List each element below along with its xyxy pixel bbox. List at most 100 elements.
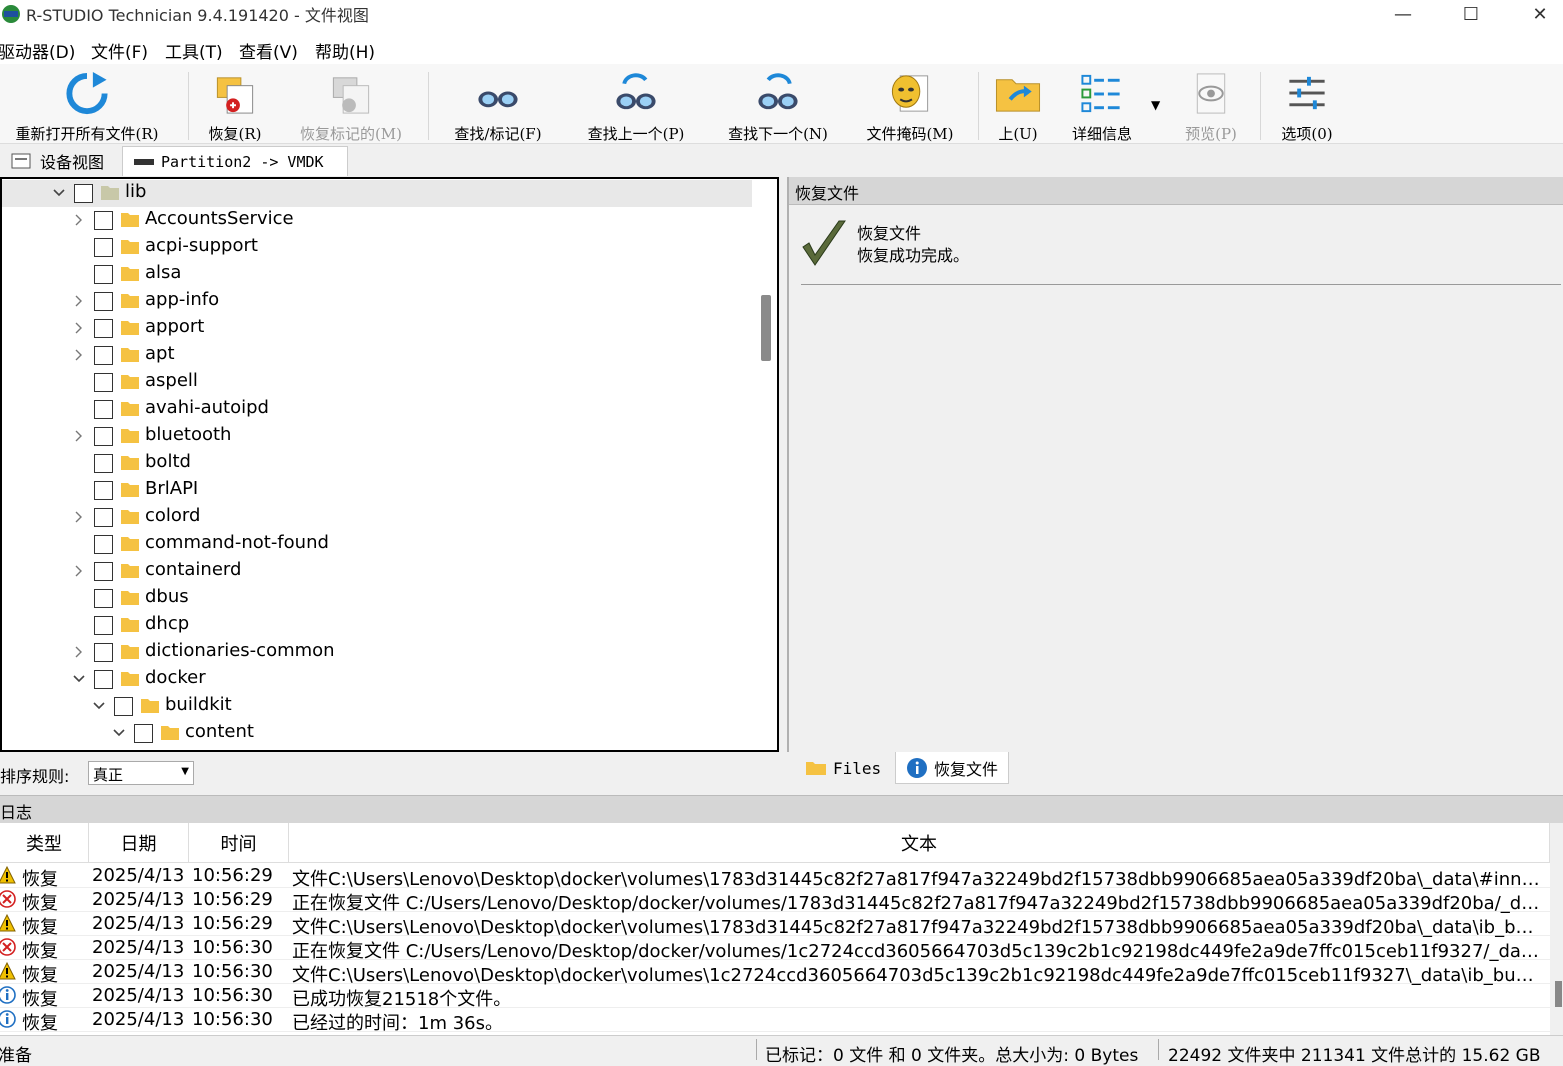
tree-item[interactable]: apport — [2, 315, 752, 342]
options-button[interactable]: 选项(0) — [1272, 70, 1342, 144]
preview-button[interactable]: 预览(P) — [1176, 70, 1246, 144]
log-row[interactable]: 恢复 2025/4/13 10:56:29 文件C:\Users\Lenovo\Des… — [0, 864, 1550, 890]
status-bar: 准备 已标记：0 文件 和 0 文件夹。总大小为: 0 Bytes 22492 … — [0, 1035, 1563, 1066]
chevron-right-icon[interactable] — [72, 348, 86, 362]
tree-item-checkbox[interactable] — [94, 211, 113, 230]
tree-item-checkbox[interactable] — [94, 346, 113, 365]
tree-item[interactable]: containerd — [2, 558, 752, 585]
chevron-right-icon[interactable] — [72, 294, 86, 308]
tree-item[interactable]: colord — [2, 504, 752, 531]
column-time[interactable]: 时间 — [189, 823, 289, 863]
log-row[interactable]: 恢复 2025/4/13 10:56:30 正在恢复文件 C:/Users/Lenov… — [0, 936, 1550, 962]
tree-item[interactable]: dbus — [2, 585, 752, 612]
chevron-right-icon[interactable] — [72, 429, 86, 443]
tree-item[interactable]: aspell — [2, 369, 752, 396]
recover-button[interactable]: 恢复(R) — [200, 70, 270, 144]
log-row[interactable]: 恢复 2025/4/13 10:56:29 文件C:\Users\Lenovo\Des… — [0, 912, 1550, 938]
column-text[interactable]: 文本 — [289, 823, 1550, 863]
tab-files[interactable]: Files — [795, 752, 891, 784]
tree-item[interactable]: bluetooth — [2, 423, 752, 450]
log-row[interactable]: 恢复 2025/4/13 10:56:29 正在恢复文件 C:/Users/Lenov… — [0, 888, 1550, 914]
tree-item[interactable]: BrlAPI — [2, 477, 752, 504]
column-date[interactable]: 日期 — [89, 823, 189, 863]
tree-item-checkbox[interactable] — [94, 481, 113, 500]
column-type[interactable]: 类型 — [0, 823, 89, 863]
tree-item-checkbox[interactable] — [94, 508, 113, 527]
recover-marked-button[interactable]: 恢复标记的(M) — [290, 70, 412, 144]
tree-item-checkbox[interactable] — [94, 562, 113, 581]
reopen-all-button[interactable]: 重新打开所有文件(R) — [2, 70, 172, 144]
tree-item[interactable]: dictionaries-common — [2, 639, 752, 666]
right-panel-tabs: Files 恢复文件 — [789, 752, 1563, 784]
tree-item-checkbox[interactable] — [94, 265, 113, 284]
folder-up-icon — [995, 79, 1041, 112]
file-mask-button[interactable]: 文件掩码(M) — [858, 70, 962, 144]
tree-item-checkbox[interactable] — [94, 670, 113, 689]
tree-item-checkbox[interactable] — [94, 373, 113, 392]
tree-item-checkbox[interactable] — [94, 589, 113, 608]
info-icon — [0, 986, 16, 1004]
details-dropdown-icon[interactable]: ▼ — [1151, 98, 1160, 112]
tree-item[interactable]: acpi-support — [2, 234, 752, 261]
sort-select[interactable]: 真正 ▼ — [88, 761, 194, 785]
tree-item-checkbox[interactable] — [114, 697, 133, 716]
tree-item-checkbox[interactable] — [94, 400, 113, 419]
tree-item[interactable]: avahi-autoipd — [2, 396, 752, 423]
tree-item[interactable]: lib — [2, 180, 752, 207]
chevron-down-icon[interactable] — [52, 186, 66, 200]
tree-item-checkbox[interactable] — [94, 292, 113, 311]
tab-recover-files[interactable]: 恢复文件 — [895, 752, 1010, 784]
tree-item[interactable]: boltd — [2, 450, 752, 477]
menu-view[interactable]: 查看(V) — [239, 38, 298, 63]
tree-item-checkbox[interactable] — [74, 184, 93, 203]
tree-item[interactable]: AccountsService — [2, 207, 752, 234]
chevron-down-icon[interactable] — [92, 699, 106, 713]
chevron-right-icon[interactable] — [72, 321, 86, 335]
tree-item[interactable]: apt — [2, 342, 752, 369]
tree-item[interactable]: app-info — [2, 288, 752, 315]
chevron-right-icon[interactable] — [72, 213, 86, 227]
close-button[interactable]: ✕ — [1517, 0, 1563, 28]
tree-item-checkbox[interactable] — [94, 319, 113, 338]
tree-item[interactable]: command-not-found — [2, 531, 752, 558]
log-scrollbar[interactable] — [1553, 823, 1563, 1035]
tab-device-view[interactable]: 设备视图 — [0, 146, 114, 176]
tree-item[interactable]: buildkit — [2, 693, 752, 720]
tree-item-checkbox[interactable] — [94, 427, 113, 446]
chevron-right-icon[interactable] — [72, 645, 86, 659]
tree-item-checkbox[interactable] — [94, 616, 113, 635]
up-button[interactable]: 上(U) — [990, 70, 1046, 144]
log-scrollbar-thumb[interactable] — [1555, 981, 1562, 1007]
tree-item-checkbox[interactable] — [94, 454, 113, 473]
log-row[interactable]: 恢复 2025/4/13 10:56:30 文件C:\Users\Lenovo\Des… — [0, 960, 1550, 986]
chevron-right-icon[interactable] — [72, 510, 86, 524]
tree-item-checkbox[interactable] — [94, 643, 113, 662]
log-row[interactable]: 恢复 2025/4/13 10:56:30 已成功恢复21518个文件。 — [0, 984, 1550, 1010]
find-mark-button[interactable]: 查找/标记(F) — [440, 70, 556, 144]
tree-item[interactable]: docker — [2, 666, 752, 693]
tree-item[interactable]: alsa — [2, 261, 752, 288]
menu-drive[interactable]: 驱动器(D) — [0, 38, 75, 63]
tree-item-checkbox[interactable] — [134, 724, 153, 743]
tree-item[interactable]: dhcp — [2, 612, 752, 639]
find-next-button[interactable]: 查找下一个(N) — [717, 70, 839, 144]
find-previous-button[interactable]: 查找上一个(P) — [575, 70, 697, 144]
toolbar-separator — [188, 72, 189, 140]
menu-file[interactable]: 文件(F) — [91, 38, 148, 63]
details-button[interactable]: 详细信息 — [1060, 70, 1144, 144]
chevron-right-icon[interactable] — [72, 564, 86, 578]
tree-item-checkbox[interactable] — [94, 238, 113, 257]
log-row[interactable]: 恢复 2025/4/13 10:56:30 已经过的时间：1m 36s。 — [0, 1008, 1550, 1034]
minimize-button[interactable]: — — [1380, 0, 1426, 28]
menu-help[interactable]: 帮助(H) — [315, 38, 375, 63]
tab-partition[interactable]: Partition2 -> VMDK — [122, 146, 348, 176]
tree-item[interactable]: content — [2, 720, 752, 747]
folder-tree[interactable]: lib AccountsService acpi-support alsa app-in… — [0, 177, 779, 752]
chevron-down-icon[interactable] — [112, 726, 126, 740]
tree-scrollbar-thumb[interactable] — [761, 295, 771, 361]
tree-item-checkbox[interactable] — [94, 535, 113, 554]
log-table[interactable]: 类型 日期 时间 文本 恢复 2025/4/13 10:56:29 文件C:\User… — [0, 823, 1550, 1035]
chevron-down-icon[interactable] — [72, 672, 86, 686]
menu-tools[interactable]: 工具(T) — [165, 38, 223, 63]
maximize-button[interactable]: ☐ — [1448, 0, 1494, 28]
